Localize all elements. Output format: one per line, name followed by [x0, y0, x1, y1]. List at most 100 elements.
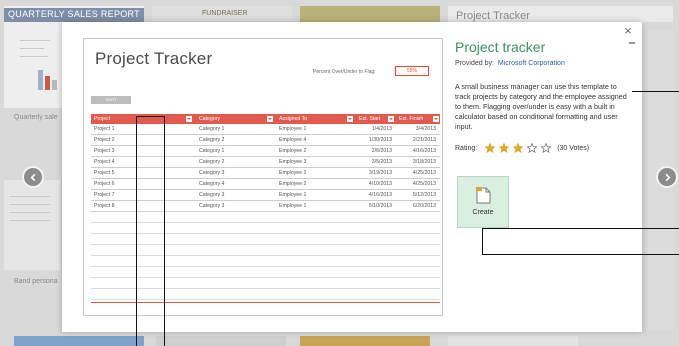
cell-project: Project 1	[94, 126, 115, 132]
gallery-tile-bottom[interactable]	[448, 336, 578, 346]
cell-est-start: 3/19/2013	[368, 170, 392, 176]
star-empty-icon[interactable]	[541, 143, 552, 153]
empty-row	[91, 212, 440, 223]
mini-chart-bar	[38, 70, 43, 90]
callout-line-create-lower	[482, 254, 679, 255]
preview-flag-value: 55%	[395, 66, 429, 76]
gallery-tile-bottom[interactable]	[156, 336, 286, 346]
empty-row	[91, 223, 440, 234]
mini-chart-bar	[45, 76, 50, 90]
cell-category: Category 4	[199, 181, 225, 187]
close-button[interactable]: ×	[622, 24, 634, 37]
template-preview-dialog: × Project Tracker Percent Over/Under to …	[62, 22, 642, 332]
cell-est-start: 3/5/2013	[371, 159, 392, 165]
cell-est-finish: 6/20/2013	[412, 203, 436, 209]
star-filled-icon[interactable]	[513, 143, 524, 153]
gallery-tile-band[interactable]	[4, 180, 60, 270]
cell-assigned-to: Employee 2	[279, 170, 307, 176]
preview-sort-button: SORT	[91, 96, 131, 104]
column-header-category: Category	[199, 116, 221, 122]
empty-row	[91, 256, 440, 267]
cell-project: Project 8	[94, 203, 115, 209]
cell-assigned-to: Employee 1	[279, 192, 307, 198]
callout-line-description	[632, 91, 679, 92]
table-row: Project 4 Category 2 Employee 3 3/5/2013…	[91, 157, 440, 168]
cell-est-finish: 3/4/2013	[415, 126, 436, 132]
chevron-right-icon	[665, 173, 670, 181]
template-preview-image: Project Tracker Percent Over/Under to Fl…	[83, 38, 443, 316]
filter-dropdown-icon	[186, 116, 192, 122]
table-row: Project 8 Category 3 Employee 1 5/10/201…	[91, 201, 440, 212]
previous-template-button[interactable]	[22, 166, 44, 188]
filter-dropdown-icon	[267, 116, 273, 122]
preview-title: Project Tracker	[95, 49, 213, 68]
provided-by: Provided by: Microsoft Corporation	[455, 60, 565, 67]
star-filled-icon[interactable]	[485, 143, 496, 153]
next-template-button[interactable]	[656, 166, 678, 188]
table-row: Project 3 Category 1 Employee 2 2/6/2013…	[91, 146, 440, 157]
rating-stars[interactable]	[485, 143, 555, 153]
callout-line-create-vertical	[482, 228, 483, 254]
cell-assigned-to: Employee 4	[279, 137, 307, 143]
cell-category: Category 1	[199, 148, 225, 154]
column-header-assigned-to: Assigned To	[279, 116, 308, 122]
mini-chart-bar	[52, 80, 57, 90]
preview-table: Project Category Assigned To Est. Start …	[91, 114, 440, 300]
table-row: Project 1 Category 1 Employee 1 1/4/2013…	[91, 124, 440, 135]
cell-assigned-to: Employee 3	[279, 159, 307, 165]
preview-total-line	[91, 302, 440, 303]
cell-assigned-to: Employee 1	[279, 126, 307, 132]
gallery-tile-bottom[interactable]	[14, 336, 144, 346]
cell-est-finish: 4/25/2013	[412, 170, 436, 176]
empty-row	[91, 289, 440, 300]
create-button[interactable]: Create	[457, 176, 509, 228]
table-row: Project 6 Category 4 Employee 2 4/10/201…	[91, 179, 440, 190]
mini-line	[10, 204, 50, 205]
cell-project: Project 4	[94, 159, 115, 165]
cell-est-start: 4/10/2013	[368, 181, 392, 187]
empty-row	[91, 245, 440, 256]
callout-line-create	[482, 228, 679, 229]
mini-line	[10, 220, 50, 221]
cell-est-finish: 3/18/2013	[412, 159, 436, 165]
pin-icon[interactable]	[629, 42, 635, 44]
star-filled-icon[interactable]	[499, 143, 510, 153]
cell-est-start: 5/10/2013	[368, 203, 392, 209]
cell-category: Category 1	[199, 126, 225, 132]
cell-est-start: 1/4/2013	[371, 126, 392, 132]
cell-category: Category 3	[199, 203, 225, 209]
filter-dropdown-icon	[388, 116, 394, 122]
chevron-left-icon	[30, 173, 35, 181]
gallery-tile-bottom[interactable]	[300, 336, 430, 346]
preview-flag-label: Percent Over/Under to Flag:	[313, 69, 376, 75]
template-description: A small business manager can use this te…	[455, 82, 627, 131]
cell-assigned-to: Employee 1	[279, 203, 307, 209]
callout-line-table-vertical-2	[164, 116, 165, 346]
cell-est-finish: 2/21/2013	[412, 137, 436, 143]
cell-project: Project 6	[94, 181, 115, 187]
vote-count: (30 Votes)	[557, 144, 590, 152]
mini-line	[20, 40, 50, 41]
create-button-label: Create	[472, 209, 494, 216]
gallery-tile-caption: Band persona	[14, 278, 58, 285]
provider-link[interactable]: Microsoft Corporation	[498, 60, 565, 67]
cell-category: Category 2	[199, 159, 225, 165]
gallery-tile-title: Project Tracker	[456, 10, 530, 22]
rating: Rating: (30 Votes)	[455, 142, 589, 154]
cell-project: Project 5	[94, 170, 115, 176]
gallery-tile-third[interactable]	[300, 6, 440, 22]
gallery-tile-title: FUNDRAISER	[202, 10, 248, 17]
mini-line	[20, 56, 48, 57]
cell-project: Project 7	[94, 192, 115, 198]
mini-line	[20, 48, 44, 49]
callout-line-table	[136, 116, 164, 117]
cell-project: Project 2	[94, 137, 115, 143]
star-empty-icon[interactable]	[527, 143, 538, 153]
gallery-tile-title: QUARTERLY SALES REPORT	[8, 9, 140, 19]
cell-est-start: 4/16/2013	[368, 192, 392, 198]
empty-row	[91, 234, 440, 245]
filter-dropdown-icon	[433, 116, 439, 122]
new-document-icon	[475, 187, 490, 204]
cell-category: Category 3	[199, 192, 225, 198]
cell-est-finish: 5/12/2013	[412, 192, 436, 198]
